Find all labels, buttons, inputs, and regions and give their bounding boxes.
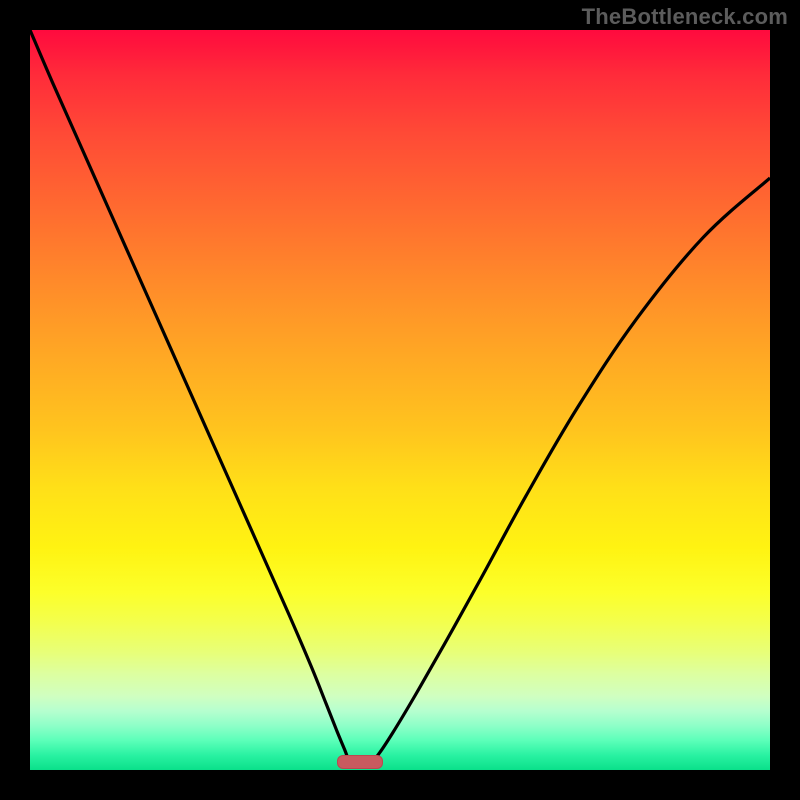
curve-right-branch <box>367 178 770 766</box>
chart-frame: TheBottleneck.com <box>0 0 800 800</box>
plot-area <box>30 30 770 770</box>
minimum-marker <box>337 755 383 769</box>
curve-left-branch <box>30 30 352 766</box>
curve-layer <box>30 30 770 770</box>
watermark-text: TheBottleneck.com <box>582 4 788 30</box>
